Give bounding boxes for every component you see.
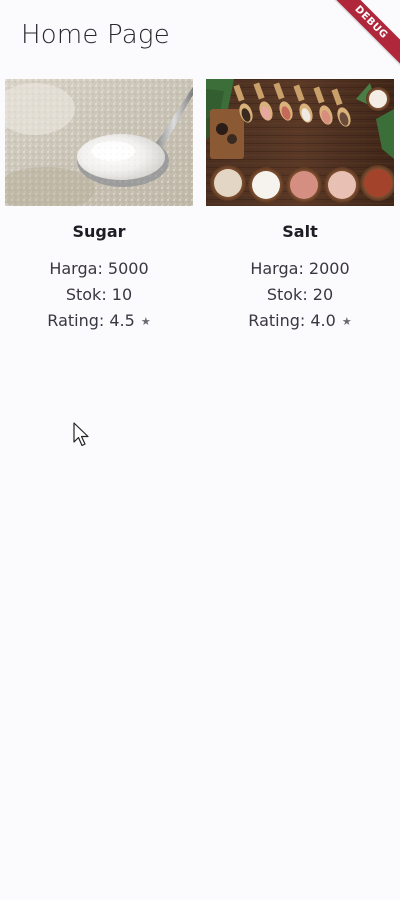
product-card-sugar[interactable]: Sugar Harga: 5000 Stok: 10 Rating: 4.5 ★ [5, 79, 193, 334]
page-title: Home Page [21, 20, 170, 50]
product-image-salt [206, 79, 394, 206]
product-price: Harga: 5000 [49, 259, 149, 278]
product-rating: Rating: 4.5 [47, 311, 135, 330]
product-card-salt[interactable]: Salt Harga: 2000 Stok: 20 Rating: 4.0 ★ [206, 79, 394, 334]
product-rating: Rating: 4.0 [248, 311, 336, 330]
mouse-cursor-icon [73, 422, 89, 447]
product-price: Harga: 2000 [250, 259, 350, 278]
product-stock: Stok: 10 [65, 285, 133, 304]
product-rating-row: Rating: 4.5 ★ [5, 308, 193, 334]
app-bar: Home Page [0, 0, 400, 76]
app-screen: Home Page DEBUG Sugar Harga: 5000 Stok: … [0, 0, 400, 900]
product-stock: Stok: 20 [266, 285, 334, 304]
product-rating-row: Rating: 4.0 ★ [206, 308, 394, 334]
star-icon: ★ [341, 315, 352, 328]
product-name: Salt [282, 222, 318, 241]
product-name: Sugar [72, 222, 126, 241]
star-icon: ★ [140, 315, 151, 328]
product-image-sugar [5, 79, 193, 206]
